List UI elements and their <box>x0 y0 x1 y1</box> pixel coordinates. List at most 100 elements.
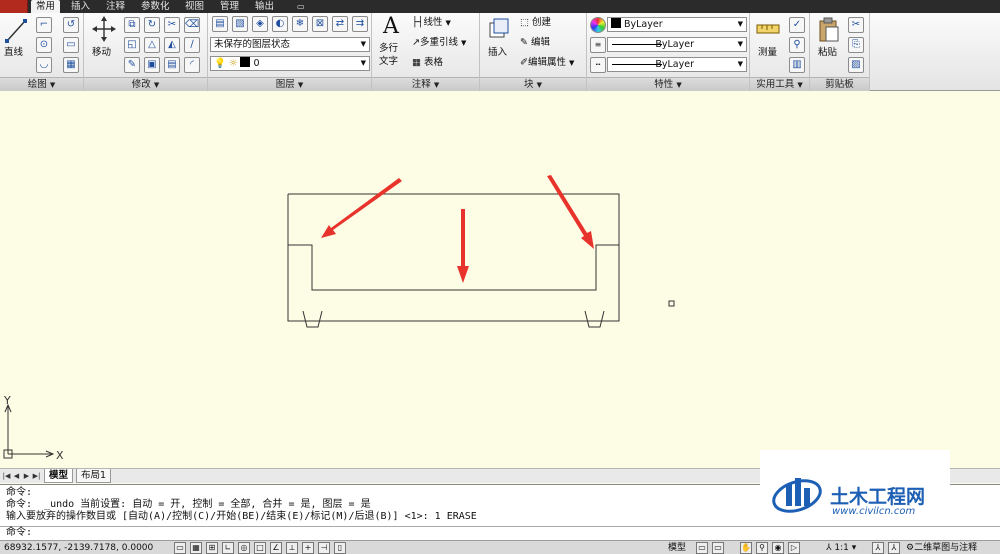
erase-icon[interactable]: ⌫ <box>184 17 200 33</box>
stretch-icon[interactable]: ◱ <box>124 37 140 53</box>
sofa-drawing[interactable] <box>287 193 620 328</box>
prev-layout-icon[interactable]: ◀ <box>12 471 21 481</box>
ortho-icon[interactable]: ∟ <box>222 542 234 554</box>
workspace-switch-button[interactable]: ⚙二维草图与注释 <box>906 542 977 554</box>
polar-icon[interactable]: ◎ <box>238 542 250 554</box>
quick-view-drawings-icon[interactable]: ▭ <box>712 542 724 554</box>
quick-view-layouts-icon[interactable]: ▭ <box>696 542 708 554</box>
first-layout-icon[interactable]: |◀ <box>2 471 11 481</box>
multiline-text-icon[interactable]: A <box>380 15 402 39</box>
lineweight-icon[interactable]: ┅ <box>590 57 606 73</box>
edit-attribute-button[interactable]: ✐编辑属性 ▼ <box>520 57 574 69</box>
quick-select-icon[interactable]: ✓ <box>789 17 805 33</box>
grid-icon[interactable]: ▦ <box>190 542 202 554</box>
layer-walk-icon[interactable]: ⇄ <box>332 16 348 32</box>
layer-iso-icon[interactable]: ▧ <box>232 16 248 32</box>
current-layer-select[interactable]: 💡 ☼ 0 ▼ <box>210 56 370 71</box>
steeringwheel-icon[interactable]: ◉ <box>772 542 784 554</box>
copy-clip-icon[interactable]: ⎘ <box>848 37 864 53</box>
drawing-canvas[interactable]: Y X <box>0 92 1000 468</box>
multileader-button[interactable]: ↗多重引线 ▼ <box>412 37 466 49</box>
layer-off-icon[interactable]: ◐ <box>272 16 288 32</box>
modify-panel-title[interactable]: 修改 ▼ <box>84 77 207 91</box>
tab-manage[interactable]: 管理 <box>215 0 244 13</box>
layer-properties-icon[interactable]: ▤ <box>212 16 228 32</box>
insert-block-icon[interactable] <box>488 17 510 39</box>
annotation-panel-title[interactable]: 注释 ▼ <box>372 77 479 91</box>
scale-icon[interactable]: △ <box>144 37 160 53</box>
rotate-icon[interactable]: ↻ <box>144 17 160 33</box>
annotation-scale-button[interactable]: ⅄ 1:1 ▾ <box>826 542 856 554</box>
layer-state-select[interactable]: 未保存的图层状态 ▼ <box>210 37 370 52</box>
cut-icon[interactable]: ✂ <box>848 17 864 33</box>
draw-panel-title[interactable]: 绘图 ▼ <box>0 77 83 91</box>
auto-scale-icon[interactable]: ⅄ <box>888 542 900 554</box>
paste-icon[interactable] <box>818 17 840 43</box>
tab-parametric[interactable]: 参数化 <box>136 0 175 13</box>
chamfer-icon[interactable]: ◜ <box>184 57 200 73</box>
lineweight-toggle-icon[interactable]: ⊣ <box>318 542 330 554</box>
tab-view[interactable]: 视图 <box>180 0 209 13</box>
color-wheel-icon[interactable] <box>590 17 606 33</box>
layer-freeze-icon[interactable]: ❄ <box>292 16 308 32</box>
tab-insert[interactable]: 插入 <box>66 0 95 13</box>
dyn-icon[interactable]: + <box>302 542 314 554</box>
select-similar-icon[interactable]: ⚲ <box>789 37 805 53</box>
layer-merge-icon[interactable]: ⇉ <box>352 16 368 32</box>
linetype-select[interactable]: ByLayer ▼ <box>607 37 747 52</box>
next-layout-icon[interactable]: ▶ <box>22 471 31 481</box>
properties-panel-title[interactable]: 特性 ▼ <box>587 77 749 91</box>
application-menu-button[interactable] <box>0 0 28 13</box>
command-input[interactable]: 命令: <box>0 526 1000 540</box>
rectangle-icon[interactable]: ▭ <box>63 37 79 53</box>
tab-layout1[interactable]: 布局1 <box>76 469 112 483</box>
zoom-icon[interactable]: ⚲ <box>756 542 768 554</box>
offset-icon[interactable]: ▣ <box>144 57 160 73</box>
calculator-icon[interactable]: ▥ <box>789 57 805 73</box>
linear-dimension-button[interactable]: ├┤线性 ▼ <box>412 17 451 29</box>
model-space-button[interactable]: 模型 <box>668 542 686 554</box>
snap-icon[interactable]: ⊞ <box>206 542 218 554</box>
tab-model[interactable]: 模型 <box>44 469 74 483</box>
infer-constraints-icon[interactable]: ▭ <box>174 542 186 554</box>
undo-arc-icon[interactable]: ↺ <box>63 17 79 33</box>
circle-icon[interactable]: ⊙ <box>36 37 52 53</box>
pan-icon[interactable]: ✋ <box>740 542 752 554</box>
array-icon[interactable]: ▤ <box>164 57 180 73</box>
linetype-icon[interactable]: ≡ <box>590 37 606 53</box>
line-tool-icon[interactable] <box>5 17 27 45</box>
otrack-icon[interactable]: ∠ <box>270 542 282 554</box>
quick-properties-icon[interactable]: ▯ <box>334 542 346 554</box>
tab-annotate[interactable]: 注释 <box>101 0 130 13</box>
osnap-icon[interactable]: □ <box>254 542 266 554</box>
annotation-visibility-icon[interactable]: ⅄ <box>872 542 884 554</box>
tab-output[interactable]: 输出 <box>250 0 279 13</box>
ribbon-minimize-icon[interactable]: ▭ <box>292 0 310 13</box>
measure-icon[interactable] <box>756 19 780 39</box>
lineweight-select[interactable]: ByLayer ▼ <box>607 57 747 72</box>
tab-home[interactable]: 常用 <box>31 0 61 13</box>
explode-icon[interactable]: ∕ <box>184 37 200 53</box>
ducs-icon[interactable]: ⟂ <box>286 542 298 554</box>
utilities-panel-title[interactable]: 实用工具 ▼ <box>750 77 809 91</box>
match-properties-icon[interactable]: ▨ <box>848 57 864 73</box>
create-block-button[interactable]: ⬚ 创建 <box>520 17 551 29</box>
edit-block-button[interactable]: ✎ 编辑 <box>520 37 550 49</box>
move-tool-icon[interactable] <box>92 16 116 42</box>
block-panel-title[interactable]: 块 ▼ <box>480 77 586 91</box>
layers-panel-title[interactable]: 图层 ▼ <box>208 77 371 91</box>
layer-unisolate-icon[interactable]: ◈ <box>252 16 268 32</box>
last-layout-icon[interactable]: ▶| <box>32 471 41 481</box>
arc-icon[interactable]: ◡ <box>36 57 52 73</box>
clipboard-panel-title[interactable]: 剪贴板 <box>810 77 869 91</box>
copy-icon[interactable]: ⧉ <box>124 17 140 33</box>
coordinate-readout[interactable]: 68932.1577, -2139.7178, 0.0000 <box>4 542 153 554</box>
fillet-icon[interactable]: ✎ <box>124 57 140 73</box>
showmotion-icon[interactable]: ▷ <box>788 542 800 554</box>
color-select[interactable]: ByLayer ▼ <box>607 17 747 32</box>
hatch-icon[interactable]: ▦ <box>63 57 79 73</box>
layer-lock-icon[interactable]: ⊠ <box>312 16 328 32</box>
table-button[interactable]: ▦ 表格 <box>412 57 443 69</box>
trim-icon[interactable]: ✂ <box>164 17 180 33</box>
mirror-icon[interactable]: ◭ <box>164 37 180 53</box>
